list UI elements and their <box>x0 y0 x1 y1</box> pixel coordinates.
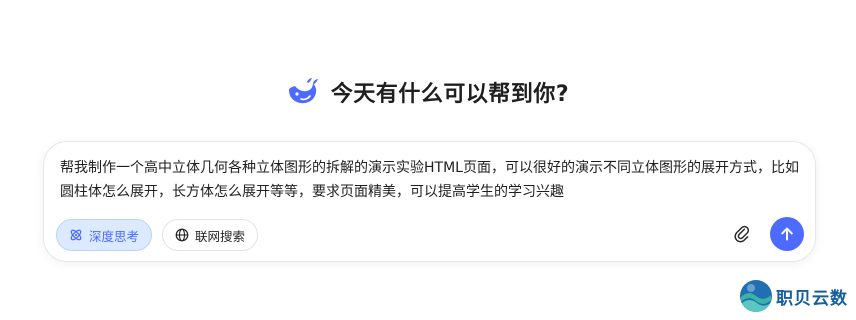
watermark-text: 职贝云数 <box>776 288 848 309</box>
page-title: 今天有什么可以帮到你? <box>330 82 570 107</box>
arrow-up-icon <box>781 227 793 241</box>
paperclip-icon[interactable] <box>733 225 753 245</box>
wave-logo-icon <box>740 280 772 312</box>
globe-icon <box>175 228 189 242</box>
welcome-header: 今天有什么可以帮到你? <box>0 76 856 108</box>
chat-composer: 帮我制作一个高中立体几何各种立体图形的拆解的演示实验HTML页面，可以很好的演示… <box>43 141 816 262</box>
atom-icon <box>70 229 82 241</box>
web-search-label: 联网搜索 <box>195 228 246 244</box>
chat-home-page: 今天有什么可以帮到你? 帮我制作一个高中立体几何各种立体图形的拆解的演示实验HT… <box>0 0 856 320</box>
deep-think-toggle[interactable]: 深度思考 <box>56 219 153 251</box>
watermark: 职贝云数 <box>738 278 848 314</box>
prompt-input[interactable]: 帮我制作一个高中立体几何各种立体图形的拆解的演示实验HTML页面，可以很好的演示… <box>60 156 806 206</box>
send-button[interactable] <box>770 217 804 251</box>
whale-icon <box>288 78 318 104</box>
web-search-toggle[interactable]: 联网搜索 <box>162 219 259 251</box>
deep-think-label: 深度思考 <box>89 228 140 244</box>
composer-toolbar: 深度思考 联网搜索 <box>56 218 259 252</box>
